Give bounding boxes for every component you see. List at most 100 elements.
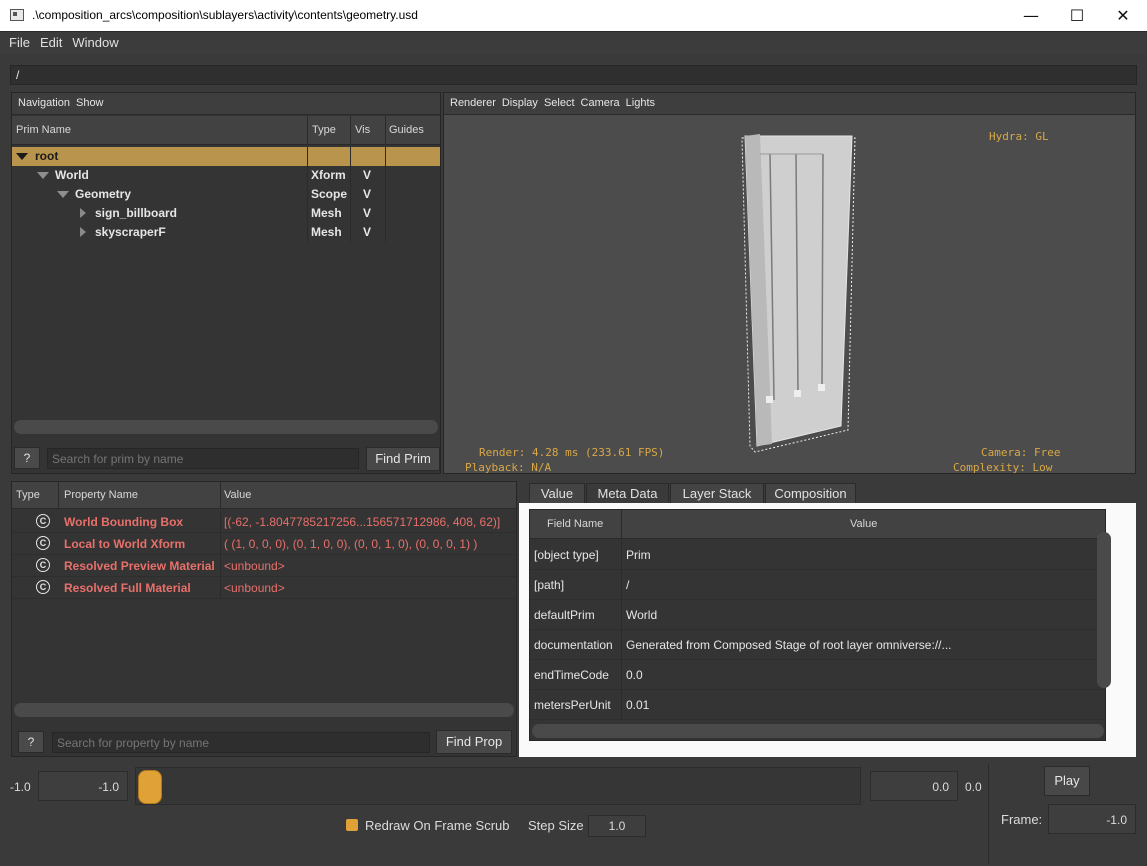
current-frame-field[interactable]: -1.0 (1048, 804, 1136, 834)
prim-vis[interactable]: V (363, 187, 371, 201)
computed-property-icon: C (36, 514, 50, 528)
property-name: Resolved Preview Material (64, 559, 215, 573)
metadata-hscrollbar[interactable] (532, 724, 1104, 738)
property-value: <unbound> (224, 559, 285, 573)
navigation-menu[interactable]: Navigation (18, 93, 70, 113)
property-scrollbar[interactable] (14, 703, 514, 717)
prim-search-input[interactable] (47, 448, 359, 469)
window-title: .\composition_arcs\composition\sublayers… (32, 8, 418, 22)
field-value: World (626, 608, 658, 622)
field-name: [object type] (534, 548, 599, 562)
property-value: <unbound> (224, 581, 285, 595)
find-prop-button[interactable]: Find Prop (436, 730, 512, 754)
prim-name: root (35, 149, 59, 163)
redraw-checkbox[interactable] (346, 819, 358, 831)
collapse-arrow-icon[interactable] (80, 208, 86, 218)
property-search-input[interactable] (52, 732, 430, 753)
tree-row-geometry[interactable]: Geometry Scope V (12, 185, 440, 204)
field-value: / (626, 578, 630, 592)
property-name: Resolved Full Material (64, 581, 191, 595)
metadata-row[interactable]: metersPerUnit 0.01 (530, 690, 1105, 720)
column-value[interactable]: Value (224, 489, 251, 501)
column-property-name[interactable]: Property Name (64, 489, 138, 501)
tab-composition[interactable]: Composition (765, 483, 856, 503)
prim-vis[interactable]: V (363, 168, 371, 182)
tree-row-world[interactable]: World Xform V (12, 166, 440, 185)
frame-slider-handle[interactable] (138, 770, 162, 804)
metadata-row[interactable]: [object type] Prim (530, 540, 1105, 570)
tree-row-skyscraperf[interactable]: skyscraperF Mesh V (12, 223, 440, 242)
field-name: metersPerUnit (534, 698, 611, 712)
end-frame-field[interactable]: 0.0 (870, 771, 958, 801)
show-menu[interactable]: Show (76, 93, 104, 113)
hud-playback: Playback: N/A (465, 461, 552, 474)
step-size-field[interactable]: 1.0 (588, 815, 646, 837)
billboard-mesh-render[interactable] (444, 116, 1135, 473)
maximize-button[interactable]: ☐ (1054, 0, 1100, 31)
hud-camera: Camera: Free (981, 446, 1061, 459)
tree-row-sign-billboard[interactable]: sign_billboard Mesh V (12, 204, 440, 223)
stage-viewport[interactable]: Renderer Display Select Camera Lights Hydra:… (443, 92, 1136, 474)
metadata-table: Field Name Value [object type] Prim [pat… (529, 509, 1106, 741)
tab-meta-data[interactable]: Meta Data (586, 483, 669, 503)
column-type[interactable]: Type (16, 489, 40, 501)
timeline-bar: -1.0 -1.0 0.0 0.0 Play Redraw On Frame S… (0, 760, 1147, 866)
metadata-row[interactable]: endTimeCode 0.0 (530, 660, 1105, 690)
field-value: 0.0 (626, 668, 643, 682)
property-name: Local to World Xform (64, 537, 186, 551)
find-prim-button[interactable]: Find Prim (366, 447, 440, 471)
metadata-content: Field Name Value [object type] Prim [pat… (519, 503, 1136, 757)
column-guides[interactable]: Guides (389, 124, 424, 136)
prim-name: sign_billboard (95, 206, 178, 220)
property-row[interactable]: C Resolved Full Material <unbound> (12, 577, 516, 599)
menu-window[interactable]: Window (68, 32, 122, 54)
prim-vis[interactable]: V (363, 225, 371, 239)
expand-arrow-icon[interactable] (16, 153, 28, 160)
expand-arrow-icon[interactable] (57, 191, 69, 198)
property-name: World Bounding Box (64, 515, 184, 529)
frame-label: Frame: (1001, 812, 1043, 827)
start-frame-field[interactable]: -1.0 (38, 771, 128, 801)
close-button[interactable]: ✕ (1100, 0, 1146, 31)
tab-layer-stack[interactable]: Layer Stack (670, 483, 764, 503)
prim-name: World (55, 168, 89, 182)
prim-type: Scope (311, 187, 348, 201)
display-menu[interactable]: Display (502, 93, 538, 113)
column-value[interactable]: Value (850, 518, 877, 530)
column-field-name[interactable]: Field Name (547, 518, 603, 530)
tree-row-root[interactable]: root (12, 147, 440, 166)
select-menu[interactable]: Select (544, 93, 575, 113)
prim-vis[interactable]: V (363, 206, 371, 220)
play-button[interactable]: Play (1044, 766, 1090, 796)
property-row[interactable]: C Local to World Xform ( (1, 0, 0, 0), (… (12, 533, 516, 555)
expand-arrow-icon[interactable] (37, 172, 49, 179)
lights-menu[interactable]: Lights (626, 93, 655, 113)
metadata-vscrollbar[interactable] (1097, 532, 1111, 688)
field-name: [path] (534, 578, 565, 592)
property-row[interactable]: C Resolved Preview Material <unbound> (12, 555, 516, 577)
field-value: Prim (626, 548, 651, 562)
collapse-arrow-icon[interactable] (80, 227, 86, 237)
menu-file[interactable]: File (5, 32, 34, 54)
prim-tree-scrollbar[interactable] (14, 420, 438, 434)
property-help-button[interactable]: ? (18, 731, 44, 753)
prim-help-button[interactable]: ? (14, 447, 40, 469)
field-name: defaultPrim (534, 608, 595, 622)
renderer-menu[interactable]: Renderer (450, 93, 496, 113)
prim-path-field[interactable]: / (10, 65, 1137, 85)
column-prim-name[interactable]: Prim Name (16, 124, 71, 136)
property-row[interactable]: C World Bounding Box [(-62, -1.804778521… (12, 511, 516, 533)
frame-slider[interactable] (135, 767, 861, 805)
tab-value[interactable]: Value (529, 483, 585, 503)
metadata-row[interactable]: [path] / (530, 570, 1105, 600)
range-end-label: 0.0 (965, 780, 982, 794)
field-name: documentation (534, 638, 613, 652)
minimize-button[interactable]: — (1008, 0, 1054, 31)
camera-menu[interactable]: Camera (581, 93, 620, 113)
metadata-row[interactable]: defaultPrim World (530, 600, 1105, 630)
metadata-row[interactable]: documentation Generated from Composed St… (530, 630, 1105, 660)
column-type[interactable]: Type (312, 124, 336, 136)
column-vis[interactable]: Vis (355, 124, 370, 136)
navigation-panel: Navigation Show Prim Name Type Vis Guides… (11, 92, 441, 474)
menu-edit[interactable]: Edit (36, 32, 66, 54)
